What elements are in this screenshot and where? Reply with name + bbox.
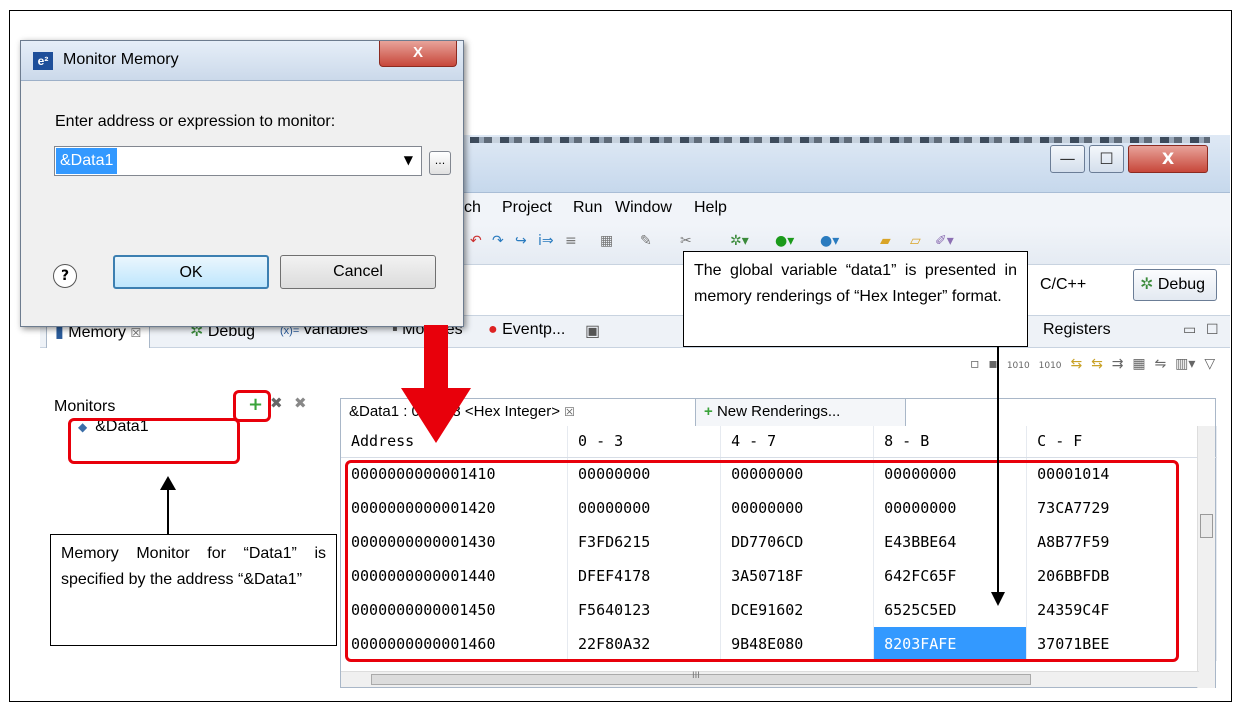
col-4-7: 4 - 7: [720, 426, 875, 458]
maximize-view-icon[interactable]: ☐: [1206, 322, 1219, 338]
perspective-debug-label: Debug: [1157, 276, 1206, 293]
edit-icon[interactable]: ✎: [640, 233, 652, 249]
dialog-title: Monitor Memory: [63, 51, 179, 68]
maximize-button[interactable]: ☐: [1089, 145, 1124, 173]
tab-close-icon[interactable]: ☒: [131, 326, 142, 340]
refresh-icon[interactable]: ⇆: [1091, 356, 1103, 372]
perspective-cpp[interactable]: C/C++: [1040, 276, 1086, 294]
browse-button[interactable]: ...: [429, 151, 451, 175]
scroll-grip: III: [692, 671, 700, 681]
view-icon: ▣: [585, 323, 601, 340]
callout-line-monitor: [167, 490, 169, 535]
tab-eventpoints[interactable]: ● Eventp...: [488, 321, 565, 339]
callout-line-global: [997, 347, 999, 592]
eventpoints-icon: ●: [488, 321, 498, 338]
menu-run[interactable]: Run: [573, 199, 602, 217]
memory-header-row: Address 0 - 3 4 - 7 8 - B C - F: [341, 426, 1217, 458]
callout-global-note: The global variable “data1” is presented…: [683, 251, 1028, 347]
callout-monitor-note: Memory Monitor for “Data1” is specified …: [50, 534, 337, 646]
external-tools-icon[interactable]: ●▾: [820, 233, 839, 249]
tab-other-icon[interactable]: ▣: [585, 321, 600, 341]
import-icon[interactable]: 1010: [1007, 361, 1030, 371]
address-value: &Data1: [56, 148, 118, 174]
title-strip: [470, 137, 1210, 143]
minimize-button[interactable]: —: [1050, 145, 1085, 173]
horizontal-scroll-thumb[interactable]: III: [371, 671, 1031, 685]
debug-bug-icon: ✲: [1140, 276, 1158, 293]
highlight-monitor-item: [68, 418, 240, 464]
layout-icon[interactable]: ▥▾: [1175, 356, 1195, 372]
highlight-memory-table: [345, 460, 1179, 662]
dialog-titlebar: e² Monitor Memory X: [21, 41, 463, 81]
drop-frame-icon[interactable]: ≡: [565, 233, 577, 249]
rendering-tab-hex[interactable]: &Data1 : 0x1418 <Hex Integer> ☒: [341, 399, 696, 426]
canvas: — ☐ X ch Project Run Window Help ↶ ↷ ↪ i…: [0, 0, 1241, 717]
col-8-b: 8 - B: [873, 426, 1028, 458]
step-into-icon[interactable]: ↪: [515, 233, 527, 249]
red-arrow-shaft: [424, 325, 448, 390]
instruction-step-icon[interactable]: i⇒: [538, 233, 554, 249]
run-icon[interactable]: ●▾: [775, 233, 794, 249]
ok-button[interactable]: OK: [113, 255, 269, 289]
brush-icon[interactable]: ✐▾: [935, 233, 954, 249]
remove-all-monitors-icon[interactable]: ✖: [294, 394, 307, 412]
step-over-icon[interactable]: ↷: [492, 233, 504, 249]
link-icon[interactable]: ⇉: [1112, 356, 1124, 372]
step-return-icon[interactable]: ↶: [470, 233, 482, 249]
rendering-close-icon[interactable]: ☒: [564, 405, 575, 419]
tab-registers[interactable]: Registers: [1043, 321, 1111, 339]
cancel-button[interactable]: Cancel: [280, 255, 436, 289]
tab-eventpoints-label: Eventp...: [502, 321, 566, 338]
open-folder-icon[interactable]: ▰: [880, 233, 891, 249]
red-arrow-head: [401, 388, 471, 443]
pin-icon[interactable]: ✂: [680, 233, 692, 249]
menu-window[interactable]: Window: [615, 199, 672, 217]
address-label: Enter address or expression to monitor:: [55, 113, 336, 130]
toggle-icon[interactable]: ⇋: [1155, 356, 1167, 372]
help-icon[interactable]: ?: [53, 264, 77, 288]
new-tab-icon[interactable]: ▫: [970, 356, 980, 372]
menu-project[interactable]: Project: [502, 199, 552, 217]
view-menu-icon[interactable]: ▽: [1204, 356, 1215, 372]
tool-icon[interactable]: ▦: [600, 233, 613, 249]
perspective-debug[interactable]: ✲ Debug: [1133, 269, 1217, 301]
monitors-title: Monitors: [54, 398, 116, 415]
col-0-3: 0 - 3: [567, 426, 722, 458]
monitor-memory-dialog: e² Monitor Memory X Enter address or exp…: [20, 40, 464, 327]
minimize-view-icon[interactable]: ▭: [1183, 322, 1196, 338]
highlight-add-monitor: [233, 390, 271, 422]
vertical-scroll-thumb[interactable]: [1200, 514, 1213, 538]
address-combobox[interactable]: &Data1 ▼: [54, 146, 422, 176]
new-renderings-label: New Renderings...: [716, 403, 841, 420]
new-folder-icon[interactable]: ▱: [910, 233, 921, 249]
callout-arrowhead-global: [991, 592, 1005, 606]
debug-config-icon[interactable]: ✲▾: [730, 233, 749, 249]
dropdown-arrow-icon[interactable]: ▼: [404, 153, 413, 167]
menu-search[interactable]: ch: [464, 199, 481, 217]
col-c-f: C - F: [1026, 426, 1217, 458]
memory-toolbar: ▫ ▪ 1010 1010 ⇆ ⇆ ⇉ ▦ ⇋ ▥▾ ▽: [970, 356, 1215, 372]
toggle-split-icon[interactable]: ▦: [1132, 356, 1145, 372]
new-renderings-tab[interactable]: + New Renderings...: [696, 399, 906, 426]
add-rendering-icon: +: [704, 403, 713, 420]
dialog-close-button[interactable]: X: [379, 41, 457, 67]
menu-help[interactable]: Help: [694, 199, 727, 217]
callout-arrowhead-monitor: [160, 476, 176, 490]
window-close-button[interactable]: X: [1128, 145, 1208, 173]
reset-icon[interactable]: ⇆: [1070, 356, 1082, 372]
binary-icon[interactable]: 1010: [1039, 361, 1062, 371]
vertical-scrollbar[interactable]: [1197, 426, 1215, 688]
e2-studio-icon: e²: [33, 52, 53, 70]
remove-monitor-icon[interactable]: ✖: [270, 394, 283, 412]
horizontal-scrollbar[interactable]: III: [341, 671, 1199, 687]
